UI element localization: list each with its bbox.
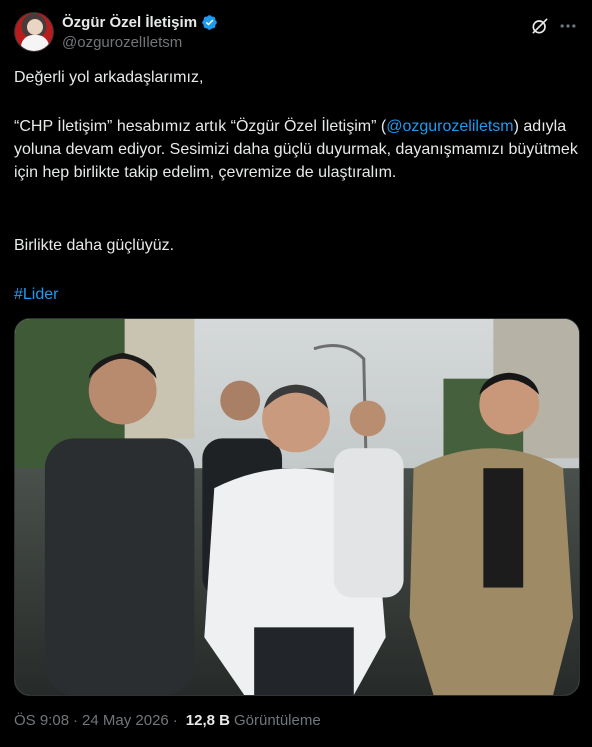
hashtag-link[interactable]: #Lider bbox=[14, 283, 58, 306]
more-icon[interactable] bbox=[558, 16, 578, 36]
mention-link[interactable]: @ozgurozeliletsm bbox=[386, 118, 513, 135]
tweet-date[interactable]: 24 May 2026 bbox=[82, 712, 169, 729]
tweet: Özgür Özel İletişim @ozgurozelIletsm Değ… bbox=[0, 0, 592, 747]
avatar[interactable] bbox=[14, 12, 54, 52]
avatar-body bbox=[21, 35, 49, 51]
photo-illustration bbox=[15, 319, 579, 695]
tweet-photo[interactable] bbox=[14, 318, 580, 696]
hashtag[interactable]: #Lider bbox=[14, 286, 58, 303]
display-name[interactable]: Özgür Özel İletişim bbox=[62, 14, 197, 31]
tweet-text-segment: “CHP İletişim” hesabımız artık “Özgür Öz… bbox=[14, 118, 387, 135]
grok-icon[interactable] bbox=[530, 16, 550, 36]
meta-separator: · bbox=[73, 712, 79, 729]
tweet-header: Özgür Özel İletişim @ozgurozelIletsm bbox=[14, 12, 578, 56]
views-label: Görüntüleme bbox=[233, 712, 321, 729]
verified-badge-icon[interactable] bbox=[201, 14, 218, 31]
name-row: Özgür Özel İletişim bbox=[62, 14, 218, 31]
tweet-paragraph: “CHP İletişim” hesabımız artık “Özgür Öz… bbox=[14, 115, 580, 184]
avatar-face bbox=[27, 19, 43, 35]
tweet-time[interactable]: ÖS 9:08 bbox=[14, 712, 69, 729]
tweet-closing: Birlikte daha güçlüyüz. bbox=[14, 237, 175, 254]
tweet-meta: ÖS 9:08 · 24 May 2026 · 12,8 B Görüntüle… bbox=[14, 712, 321, 729]
tweet-greeting: Değerli yol arkadaşlarımız, bbox=[14, 69, 204, 86]
handle[interactable]: @ozgurozelIletsm bbox=[62, 34, 182, 51]
meta-separator: · bbox=[172, 712, 178, 729]
views-count[interactable]: 12,8 B bbox=[186, 712, 230, 729]
